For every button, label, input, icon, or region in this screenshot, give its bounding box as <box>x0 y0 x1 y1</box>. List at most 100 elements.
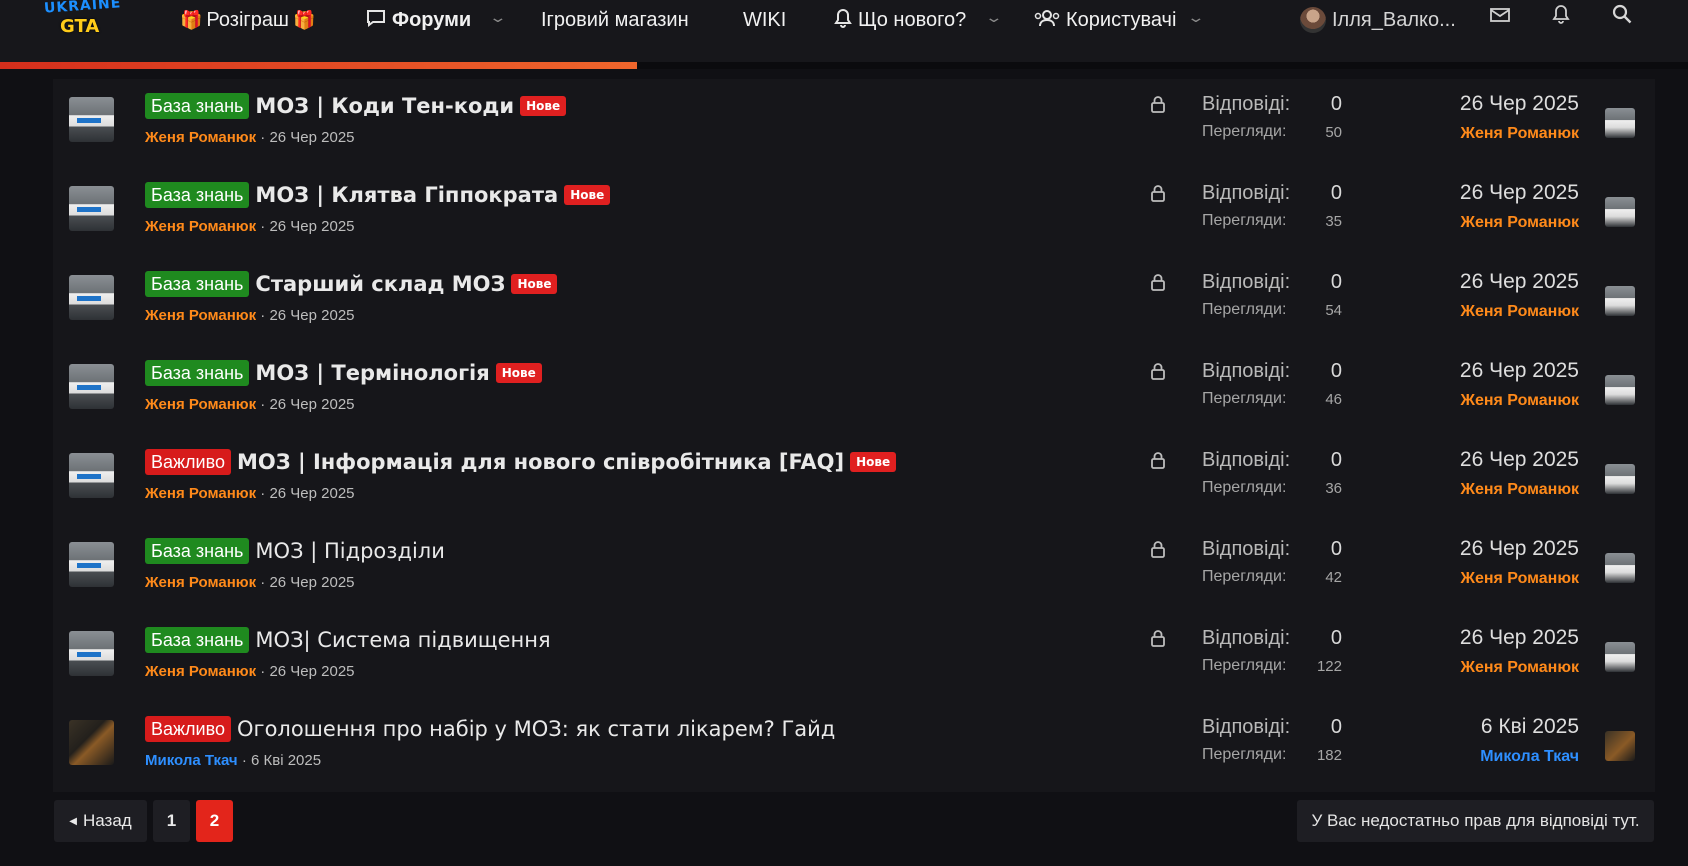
last-post-user[interactable]: Женя Романюк <box>1461 214 1580 232</box>
thread-title-link[interactable]: МОЗ | Клятва Гіппократа <box>255 183 558 207</box>
last-post-date[interactable]: 26 Чер 2025 <box>1460 537 1579 561</box>
thread-meta: Микола Ткач · 6 Кві 2025 <box>145 752 321 769</box>
thread-title-line: База знань МОЗ | Коди Тен-коди Нове <box>145 93 567 119</box>
thread-date[interactable]: 26 Чер 2025 <box>269 307 354 324</box>
bell-icon[interactable] <box>1548 4 1574 29</box>
thread-date[interactable]: 26 Чер 2025 <box>269 218 354 235</box>
thread-prefix[interactable]: База знань <box>145 360 250 386</box>
avatar[interactable] <box>69 97 114 142</box>
avatar[interactable] <box>1605 731 1635 761</box>
thread-date[interactable]: 26 Чер 2025 <box>269 663 354 680</box>
thread-row[interactable]: Важливо Оголошення про набір у МОЗ: як с… <box>53 702 1655 791</box>
avatar[interactable] <box>1605 375 1635 405</box>
avatar[interactable] <box>1605 286 1635 316</box>
avatar[interactable] <box>69 453 114 498</box>
avatar[interactable] <box>69 186 114 231</box>
last-post-date[interactable]: 6 Кві 2025 <box>1481 715 1579 739</box>
avatar[interactable] <box>69 542 114 587</box>
last-post-date[interactable]: 26 Чер 2025 <box>1460 270 1579 294</box>
last-post-date[interactable]: 26 Чер 2025 <box>1460 448 1579 472</box>
last-post-user[interactable]: Женя Романюк <box>1461 570 1580 588</box>
thread-author[interactable]: Женя Романюк <box>145 485 256 502</box>
thread-date[interactable]: 26 Чер 2025 <box>269 574 354 591</box>
thread-prefix[interactable]: База знань <box>145 271 250 297</box>
nav-store[interactable]: Ігровий магазин <box>541 0 689 40</box>
avatar[interactable] <box>1605 553 1635 583</box>
nav-store-label: Ігровий магазин <box>541 8 689 31</box>
thread-row[interactable]: База знань МОЗ | Термінологія Нове Женя … <box>53 346 1655 435</box>
last-post-user[interactable]: Микола Ткач <box>1480 748 1579 766</box>
thread-title-link[interactable]: МОЗ | Підрозділи <box>255 539 444 563</box>
thread-author[interactable]: Микола Ткач <box>145 752 238 769</box>
thread-date[interactable]: 26 Чер 2025 <box>269 129 354 146</box>
new-badge: Нове <box>495 363 542 383</box>
nav-wiki[interactable]: WIKI <box>743 0 786 40</box>
thread-title-link[interactable]: Оголошення про набір у МОЗ: як стати лік… <box>237 717 835 741</box>
views-label: Перегляди: <box>1202 301 1287 318</box>
avatar[interactable] <box>69 275 114 320</box>
thread-prefix[interactable]: База знань <box>145 182 250 208</box>
account-menu[interactable]: Ілля_Валко... <box>1300 4 1456 36</box>
avatar[interactable] <box>1605 197 1635 227</box>
last-post-user[interactable]: Женя Романюк <box>1461 125 1580 143</box>
thread-author[interactable]: Женя Романюк <box>145 574 256 591</box>
thread-title-line: База знань Старший склад МОЗ Нове <box>145 271 558 297</box>
nav-whats-new[interactable]: Що нового? <box>834 0 966 40</box>
thread-title-link[interactable]: МОЗ| Система підвищення <box>255 628 550 652</box>
pagination-page-2[interactable]: 2 <box>196 800 233 842</box>
thread-row[interactable]: Важливо МОЗ | Інформація для нового спів… <box>53 435 1655 524</box>
nav-forums[interactable]: Форуми <box>366 0 471 40</box>
thread-title-link[interactable]: МОЗ | Термінологія <box>255 361 489 385</box>
scroll-progress <box>0 62 1688 69</box>
thread-prefix[interactable]: Важливо <box>145 716 231 742</box>
thread-prefix[interactable]: База знань <box>145 93 250 119</box>
last-post-date[interactable]: 26 Чер 2025 <box>1460 92 1579 116</box>
thread-date[interactable]: 26 Чер 2025 <box>269 485 354 502</box>
search-icon[interactable] <box>1609 4 1635 29</box>
thread-prefix[interactable]: База знань <box>145 627 250 653</box>
thread-title-link[interactable]: МОЗ | Коди Тен-коди <box>255 94 514 118</box>
nav-giveaway[interactable]: 🎁 Розіграш 🎁 <box>176 0 319 40</box>
pagination-back-button[interactable]: ◀ Назад <box>54 800 147 842</box>
thread-title-link[interactable]: Старший склад МОЗ <box>255 272 505 296</box>
thread-row[interactable]: База знань Старший склад МОЗ Нове Женя Р… <box>53 257 1655 346</box>
thread-author[interactable]: Женя Романюк <box>145 129 256 146</box>
logo-text-top: UKRAINE <box>43 0 122 17</box>
envelope-icon[interactable] <box>1487 4 1513 28</box>
last-post-date[interactable]: 26 Чер 2025 <box>1460 359 1579 383</box>
thread-row[interactable]: База знань МОЗ| Система підвищення Женя … <box>53 613 1655 702</box>
lock-icon <box>1151 95 1165 113</box>
thread-author[interactable]: Женя Романюк <box>145 396 256 413</box>
thread-row[interactable]: База знань МОЗ | Коди Тен-коди Нове Женя… <box>53 79 1655 168</box>
last-post-user[interactable]: Женя Романюк <box>1461 659 1580 677</box>
thread-author[interactable]: Женя Романюк <box>145 307 256 324</box>
last-post-user[interactable]: Женя Романюк <box>1461 481 1580 499</box>
last-post-date[interactable]: 26 Чер 2025 <box>1460 626 1579 650</box>
avatar[interactable] <box>69 720 114 765</box>
thread-author[interactable]: Женя Романюк <box>145 663 256 680</box>
avatar[interactable] <box>1605 464 1635 494</box>
chevron-down-icon[interactable]: ⌄ <box>984 10 1003 26</box>
chevron-down-icon[interactable]: ⌄ <box>1186 10 1205 26</box>
chevron-down-icon[interactable]: ⌄ <box>488 10 507 26</box>
replies-label: Відповіді: <box>1202 449 1291 471</box>
views-count: 46 <box>1325 391 1342 408</box>
nav-users[interactable]: Користувачі <box>1034 0 1176 40</box>
thread-title-link[interactable]: МОЗ | Інформація для нового співробітник… <box>237 450 844 474</box>
avatar[interactable] <box>1605 642 1635 672</box>
thread-prefix[interactable]: Важливо <box>145 449 231 475</box>
thread-date[interactable]: 6 Кві 2025 <box>251 752 321 769</box>
thread-row[interactable]: База знань МОЗ | Підрозділи Женя Романюк… <box>53 524 1655 613</box>
thread-prefix[interactable]: База знань <box>145 538 250 564</box>
pagination-page-1[interactable]: 1 <box>153 800 190 842</box>
thread-date[interactable]: 26 Чер 2025 <box>269 396 354 413</box>
avatar[interactable] <box>69 631 114 676</box>
last-post-user[interactable]: Женя Романюк <box>1461 392 1580 410</box>
last-post-user[interactable]: Женя Романюк <box>1461 303 1580 321</box>
site-logo[interactable]: UKRAINE GTA <box>42 0 122 40</box>
avatar[interactable] <box>69 364 114 409</box>
thread-author[interactable]: Женя Романюк <box>145 218 256 235</box>
last-post-date[interactable]: 26 Чер 2025 <box>1460 181 1579 205</box>
thread-row[interactable]: База знань МОЗ | Клятва Гіппократа Нове … <box>53 168 1655 257</box>
avatar[interactable] <box>1605 108 1635 138</box>
